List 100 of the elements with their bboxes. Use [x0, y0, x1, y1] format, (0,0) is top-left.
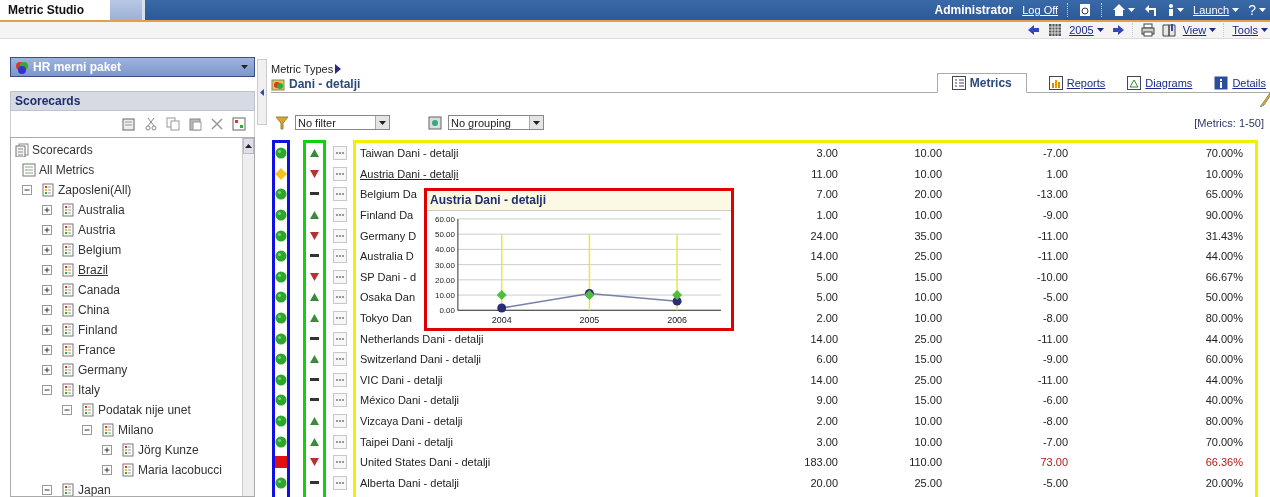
- more-button[interactable]: [333, 475, 347, 490]
- tab[interactable]: Metrics: [936, 73, 1027, 93]
- metric-name-link[interactable]: Vizcaya Dani - detalji: [360, 410, 463, 432]
- tree-item[interactable]: Italy: [78, 383, 100, 397]
- tree-item[interactable]: Brazil: [78, 263, 108, 277]
- properties-icon[interactable]: [232, 117, 246, 131]
- more-button[interactable]: [333, 290, 347, 305]
- metric-name-link[interactable]: Australia D: [360, 245, 414, 267]
- metric-name-link[interactable]: Belgium Da: [360, 184, 417, 205]
- expand-icon[interactable]: [42, 225, 52, 235]
- more-button[interactable]: [333, 414, 347, 428]
- metric-name-link[interactable]: Taipei Dani - detalji: [360, 431, 453, 452]
- help-link[interactable]: ?: [1248, 2, 1266, 18]
- more-button[interactable]: [333, 455, 347, 470]
- expand-icon[interactable]: [42, 325, 52, 335]
- tree-item[interactable]: Japan: [78, 483, 111, 496]
- tree-item[interactable]: Milano: [118, 423, 154, 437]
- book-icon[interactable]: [1161, 23, 1176, 37]
- collapse-icon[interactable]: [22, 185, 32, 195]
- metric-name-link[interactable]: Germany D: [360, 225, 417, 246]
- delete-icon[interactable]: [210, 117, 224, 131]
- table-cell-text: -11.00: [1037, 331, 1068, 347]
- expand-icon[interactable]: [42, 265, 52, 275]
- metric-name-link[interactable]: Austria Dani - detalji: [360, 163, 459, 185]
- metric-name-link[interactable]: United States Dani - detalji: [360, 451, 491, 473]
- more-button[interactable]: [333, 146, 347, 161]
- launch-link[interactable]: Launch: [1193, 4, 1240, 16]
- tools-menu[interactable]: Tools: [1232, 24, 1268, 36]
- expand-icon[interactable]: [102, 465, 112, 475]
- panel-splitter[interactable]: [257, 59, 267, 125]
- metric-name-link[interactable]: VIC Dani - detalji: [360, 369, 443, 391]
- copy-icon[interactable]: [166, 117, 180, 131]
- forward-arrow-icon[interactable]: [1110, 23, 1125, 37]
- tree-item[interactable]: Podatak nije unet: [98, 403, 191, 417]
- paste-icon[interactable]: [188, 117, 202, 131]
- filter-dropdown[interactable]: No filter: [295, 115, 390, 130]
- tree-item[interactable]: Finland: [78, 323, 118, 337]
- back-arrow-icon[interactable]: [1027, 23, 1042, 37]
- breadcrumb-link[interactable]: Metric Types: [271, 63, 334, 75]
- more-button[interactable]: [333, 311, 347, 326]
- tree-item[interactable]: Zaposleni(All): [58, 183, 132, 197]
- view-menu[interactable]: View: [1182, 24, 1217, 36]
- tree-item[interactable]: Canada: [78, 283, 121, 297]
- more-button[interactable]: [333, 269, 347, 284]
- tree-item[interactable]: Jörg Kunze: [138, 443, 199, 457]
- calendar-icon[interactable]: [1048, 23, 1063, 37]
- more-button[interactable]: [333, 434, 347, 449]
- tree-item[interactable]: Germany: [78, 363, 128, 377]
- collapse-icon[interactable]: [62, 405, 72, 415]
- more-button[interactable]: [333, 331, 347, 346]
- metric-name-link[interactable]: Switzerland Dani - detalji: [360, 348, 482, 370]
- expand-icon[interactable]: [42, 205, 52, 215]
- metric-name-link[interactable]: Alberta Dani - detalji: [360, 472, 460, 494]
- metric-name-link[interactable]: SP Dani - d: [360, 266, 417, 288]
- cut-icon[interactable]: [144, 117, 158, 131]
- metric-name-link[interactable]: Finland Da: [360, 204, 414, 226]
- home-icon[interactable]: [1112, 3, 1127, 17]
- tab[interactable]: Details: [1214, 73, 1266, 92]
- expand-icon[interactable]: [42, 245, 52, 255]
- expand-icon[interactable]: [42, 285, 52, 295]
- new-item-icon[interactable]: [122, 117, 136, 131]
- more-button[interactable]: [333, 372, 347, 387]
- tree-item[interactable]: Austria: [78, 223, 116, 237]
- metric-name-link[interactable]: Osaka Dan: [360, 287, 416, 308]
- bar-chart-icon: [1048, 75, 1063, 90]
- tree-item[interactable]: France: [78, 343, 116, 357]
- grouping-dropdown[interactable]: No grouping: [448, 115, 544, 130]
- tree-item[interactable]: Australia: [78, 203, 125, 217]
- collapse-icon[interactable]: [42, 385, 52, 395]
- tab[interactable]: Reports: [1048, 73, 1106, 92]
- tree-item[interactable]: Maria Iacobucci: [138, 463, 223, 477]
- scrollbar[interactable]: [242, 138, 254, 496]
- tree-item[interactable]: Belgium: [78, 243, 122, 257]
- log-off-link[interactable]: Log Off: [1022, 4, 1059, 16]
- tree-item[interactable]: China: [78, 303, 110, 317]
- expand-icon[interactable]: [42, 305, 52, 315]
- collapse-icon[interactable]: [42, 485, 52, 495]
- return-arrow-icon[interactable]: [1144, 3, 1159, 17]
- person-icon[interactable]: [1167, 3, 1176, 17]
- more-button[interactable]: [333, 208, 347, 223]
- metric-name-link[interactable]: Netherlands Dani - detalji: [360, 328, 484, 349]
- collapse-icon[interactable]: [82, 425, 92, 435]
- metric-name-link[interactable]: Tokyo Dan: [360, 307, 412, 329]
- more-button[interactable]: [333, 228, 347, 243]
- more-button[interactable]: [333, 166, 347, 181]
- tree-item[interactable]: All Metrics: [39, 163, 95, 177]
- expand-icon[interactable]: [42, 365, 52, 375]
- expand-icon[interactable]: [102, 445, 112, 455]
- year-dropdown[interactable]: 2005: [1069, 24, 1104, 36]
- print-icon[interactable]: [1140, 23, 1155, 37]
- metric-name-link[interactable]: Taiwan Dani - detalji: [360, 143, 459, 164]
- expand-icon[interactable]: [42, 345, 52, 355]
- more-button[interactable]: [333, 249, 347, 264]
- search-document-icon[interactable]: [1078, 3, 1093, 17]
- metric-name-link[interactable]: México Dani - detalji: [360, 390, 460, 411]
- more-button[interactable]: [333, 187, 347, 202]
- more-button[interactable]: [333, 352, 347, 367]
- tree-item[interactable]: Scorecards: [32, 143, 93, 157]
- tab[interactable]: Diagrams: [1127, 73, 1193, 92]
- more-button[interactable]: [333, 393, 347, 408]
